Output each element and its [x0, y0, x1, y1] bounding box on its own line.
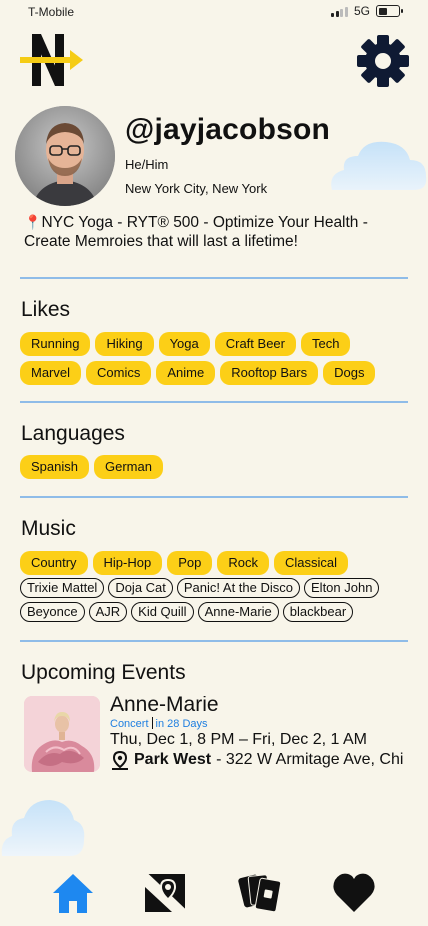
music-genre-chips: Country Hip-Hop Pop Rock Classical [20, 551, 415, 575]
profile-pronouns: He/Him [125, 157, 169, 172]
genre-chip[interactable]: Rock [217, 551, 269, 575]
event-venue: Park West - 322 W Armitage Ave, Chi [110, 750, 403, 770]
status-indicators: 5G [331, 4, 403, 18]
like-chip[interactable]: Dogs [323, 361, 376, 385]
profile-username: @jayjacobson [125, 113, 331, 146]
artist-chip[interactable]: Doja Cat [108, 578, 173, 598]
like-chip[interactable]: Comics [86, 361, 152, 385]
app-logo[interactable] [20, 34, 84, 88]
like-chip[interactable]: Yoga [158, 332, 210, 356]
carrier-label: T-Mobile [28, 5, 75, 19]
language-chip[interactable]: German [93, 455, 163, 479]
genre-chip[interactable]: Pop [167, 551, 213, 575]
event-dates: Thu, Dec 1, 8 PM – Fri, Dec 2, 1 AM [110, 731, 367, 748]
settings-gear-icon[interactable] [357, 35, 409, 87]
like-chip[interactable]: Craft Beer [214, 332, 296, 356]
event-category: Concert [110, 718, 149, 730]
artist-chip[interactable]: Kid Quill [131, 602, 194, 622]
artist-chip[interactable]: AJR [88, 602, 128, 622]
section-divider [20, 401, 408, 403]
event-address: - 322 W Armitage Ave, Chi [216, 751, 404, 768]
event-meta: Concert in 28 Days [110, 717, 208, 730]
music-title: Music [21, 517, 76, 540]
music-artist-chips: Trixie Mattel Doja Cat Panic! At the Dis… [20, 578, 415, 622]
heart-icon[interactable] [331, 870, 377, 916]
genre-chip[interactable]: Hip-Hop [92, 551, 163, 575]
event-venue-name: Park West [134, 751, 212, 768]
artist-chip[interactable]: Trixie Mattel [20, 578, 105, 598]
section-divider [20, 640, 408, 642]
artist-chip[interactable]: Elton John [304, 578, 380, 598]
status-bar: T-Mobile 5G [0, 0, 428, 26]
like-chip[interactable]: Marvel [20, 361, 82, 385]
languages-chips: Spanish German [20, 455, 415, 479]
event-countdown: in 28 Days [155, 718, 208, 730]
like-chip[interactable]: Running [20, 332, 91, 356]
event-title: Anne-Marie [110, 696, 219, 716]
artist-chip[interactable]: Beyonce [20, 602, 85, 622]
event-image [24, 696, 100, 772]
section-divider [20, 496, 408, 498]
artist-chip[interactable]: Anne-Marie [197, 602, 279, 622]
cloud-decoration [1, 800, 85, 856]
pin-emoji-icon: 📍 [24, 214, 42, 230]
like-chip[interactable]: Hiking [95, 332, 154, 356]
profile-location: New York City, New York [125, 181, 268, 196]
artist-chip[interactable]: blackbear [282, 602, 354, 622]
cards-icon[interactable] [237, 870, 283, 916]
profile-bio: 📍NYC Yoga - RYT® 500 - Optimize Your Hea… [24, 213, 414, 251]
meta-separator [151, 717, 153, 729]
battery-icon [376, 5, 403, 17]
bio-text: NYC Yoga - RYT® 500 - Optimize Your Heal… [24, 214, 368, 250]
section-divider [20, 277, 408, 279]
likes-chips: Running Hiking Yoga Craft Beer Tech Marv… [20, 332, 415, 385]
artist-chip[interactable]: Panic! At the Disco [176, 578, 301, 598]
language-chip[interactable]: Spanish [20, 455, 89, 479]
events-title: Upcoming Events [21, 661, 186, 684]
cloud-decoration [331, 141, 427, 190]
network-label: 5G [353, 4, 370, 18]
likes-title: Likes [21, 298, 71, 321]
genre-chip[interactable]: Country [20, 551, 88, 575]
like-chip[interactable]: Rooftop Bars [220, 361, 319, 385]
like-chip[interactable]: Tech [300, 332, 351, 356]
event-card[interactable]: Anne-Marie Concert in 28 Days Thu, Dec 1,… [24, 696, 408, 772]
like-chip[interactable]: Anime [156, 361, 216, 385]
map-pin-icon[interactable] [142, 870, 188, 916]
signal-icon [331, 6, 348, 17]
genre-chip[interactable]: Classical [273, 551, 348, 575]
languages-title: Languages [21, 422, 125, 445]
profile-avatar[interactable] [15, 106, 115, 206]
bottom-tab-bar [0, 870, 428, 920]
home-icon[interactable] [50, 870, 96, 916]
location-pin-icon [112, 750, 128, 770]
